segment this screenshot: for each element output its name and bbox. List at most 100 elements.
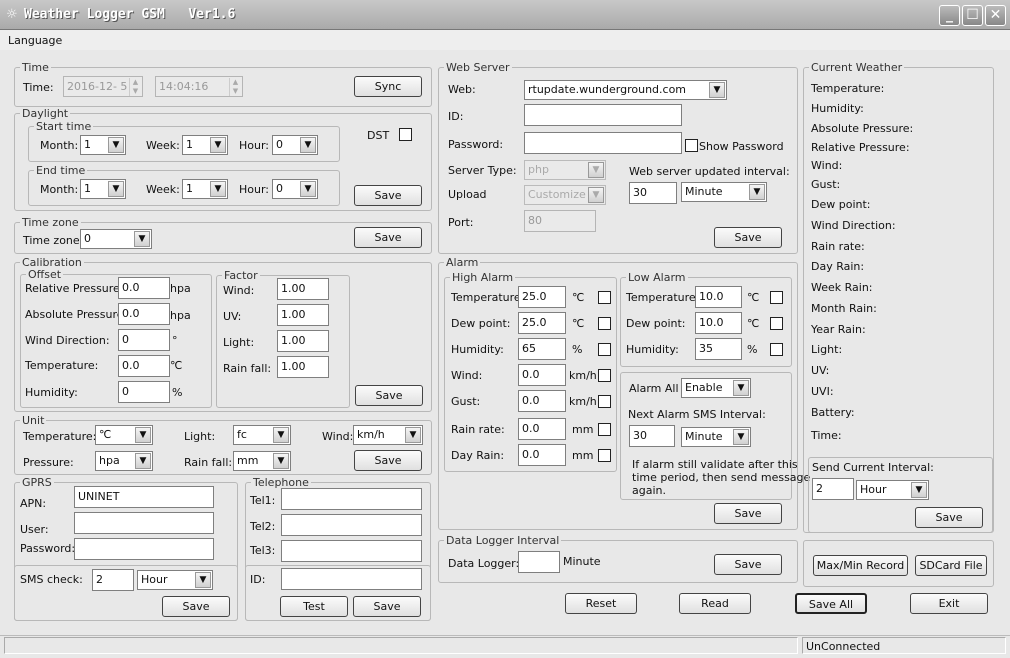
gprs-password-input[interactable] <box>74 538 214 560</box>
alarm-save-button[interactable]: Save <box>714 503 782 524</box>
start-week-select[interactable]: 1 ▼ <box>182 135 228 155</box>
web-interval-unit-select[interactable]: Minute ▼ <box>681 182 767 202</box>
sync-button[interactable]: Sync <box>354 76 422 97</box>
timezone-group-label: Time zone <box>20 216 81 229</box>
unit-rainfall-select[interactable]: mm ▼ <box>233 451 291 471</box>
test-button[interactable]: Test <box>280 596 348 617</box>
datalogger-input[interactable] <box>518 551 560 573</box>
maximize-button[interactable]: ☐ <box>962 5 983 26</box>
save-all-button[interactable]: Save All <box>795 593 867 614</box>
high-alarm-checkbox[interactable] <box>598 343 611 356</box>
sdcard-file-button[interactable]: SDCard File <box>915 555 987 576</box>
low-alarm-checkbox[interactable] <box>770 291 783 304</box>
factor-wind-input[interactable]: 1.00 <box>277 278 329 300</box>
factor-rainfall-input[interactable]: 1.00 <box>277 356 329 378</box>
high-alarm-checkbox[interactable] <box>598 423 611 436</box>
factor-uv-input[interactable]: 1.00 <box>277 304 329 326</box>
high-alarm-checkbox[interactable] <box>598 449 611 462</box>
high-alarm-checkbox[interactable] <box>598 395 611 408</box>
apn-input[interactable]: UNINET <box>74 486 214 508</box>
chevron-down-icon: ▼ <box>135 427 151 443</box>
end-hour-select[interactable]: 0 ▼ <box>272 179 318 199</box>
low-alarm-input[interactable]: 10.0 <box>695 312 742 334</box>
timezone-save-button[interactable]: Save <box>354 227 422 248</box>
tel-id-input[interactable] <box>281 568 422 590</box>
time-picker[interactable]: 14:04:16 ▲ ▼ <box>155 76 243 97</box>
menu-language[interactable]: Language <box>8 34 62 47</box>
alarm-all-select[interactable]: Enable ▼ <box>681 378 751 398</box>
telephone-save-button[interactable]: Save <box>353 596 421 617</box>
high-alarm-input[interactable]: 0.0 <box>518 444 566 466</box>
webserver-save-button[interactable]: Save <box>714 227 782 248</box>
start-month-select[interactable]: 1 ▼ <box>80 135 126 155</box>
next-sms-unit-select[interactable]: Minute ▼ <box>681 427 751 447</box>
sms-check-unit-select[interactable]: Hour ▼ <box>137 570 213 590</box>
daylight-save-button[interactable]: Save <box>354 185 422 206</box>
webserver-id-label: ID: <box>448 110 464 123</box>
low-alarm-checkbox[interactable] <box>770 317 783 330</box>
high-alarm-input[interactable]: 0.0 <box>518 364 566 386</box>
current-weather-item: Week Rain: <box>811 281 873 294</box>
current-save-button[interactable]: Save <box>915 507 983 528</box>
cal-humidity-input[interactable]: 0 <box>118 381 170 403</box>
unit-save-button[interactable]: Save <box>354 450 422 471</box>
end-month-select[interactable]: 1 ▼ <box>80 179 126 199</box>
webserver-id-input[interactable] <box>524 104 682 126</box>
end-week-select[interactable]: 1 ▼ <box>182 179 228 199</box>
exit-button[interactable]: Exit <box>910 593 988 614</box>
high-alarm-input[interactable]: 0.0 <box>518 390 566 412</box>
unit-pressure-select[interactable]: hpa ▼ <box>95 451 153 471</box>
high-alarm-checkbox[interactable] <box>598 317 611 330</box>
close-button[interactable]: ✕ <box>985 5 1006 26</box>
server-type-select[interactable]: php ▼ <box>524 160 606 180</box>
user-input[interactable] <box>74 512 214 534</box>
start-hour-select[interactable]: 0 ▼ <box>272 135 318 155</box>
tel1-input[interactable] <box>281 488 422 510</box>
send-interval-unit-select[interactable]: Hour ▼ <box>856 480 929 500</box>
rel-pressure-input[interactable]: 0.0 <box>118 277 170 299</box>
low-alarm-input[interactable]: 35 <box>695 338 742 360</box>
current-weather-item: Dew point: <box>811 198 871 211</box>
unit-wind-select[interactable]: km/h ▼ <box>353 425 423 445</box>
high-alarm-input[interactable]: 0.0 <box>518 418 566 440</box>
reset-button[interactable]: Reset <box>565 593 637 614</box>
wind-direction-input[interactable]: 0 <box>118 329 170 351</box>
tel3-input[interactable] <box>281 540 422 562</box>
calibration-save-button[interactable]: Save <box>355 385 423 406</box>
max-min-record-button[interactable]: Max/Min Record <box>813 555 908 576</box>
send-interval-input[interactable]: 2 <box>812 478 854 500</box>
gprs-save-button[interactable]: Save <box>162 596 230 617</box>
high-alarm-input[interactable]: 25.0 <box>518 286 566 308</box>
datalogger-save-button[interactable]: Save <box>714 554 782 575</box>
next-sms-input[interactable]: 30 <box>629 425 675 447</box>
sms-check-input[interactable]: 2 <box>92 569 134 591</box>
web-url-select[interactable]: rtupdate.wunderground.com ▼ <box>524 80 727 100</box>
unit-light-select[interactable]: fc ▼ <box>233 425 291 445</box>
low-alarm-input[interactable]: 10.0 <box>695 286 742 308</box>
high-alarm-input[interactable]: 65 <box>518 338 566 360</box>
abs-pressure-input[interactable]: 0.0 <box>118 303 170 325</box>
port-input[interactable]: 80 <box>524 210 596 232</box>
webserver-password-input[interactable] <box>524 132 682 154</box>
high-alarm-input[interactable]: 25.0 <box>518 312 566 334</box>
date-picker[interactable]: 2016-12- 5 ▲ ▼ <box>63 76 143 97</box>
timezone-select[interactable]: 0 ▼ <box>80 229 152 249</box>
show-password-checkbox[interactable] <box>685 139 698 152</box>
web-interval-input[interactable]: 30 <box>629 182 677 204</box>
cal-temperature-input[interactable]: 0.0 <box>118 355 170 377</box>
minimize-button[interactable]: _ <box>939 5 960 26</box>
tel2-input[interactable] <box>281 514 422 536</box>
read-button[interactable]: Read <box>679 593 751 614</box>
unit-group-label: Unit <box>20 414 47 427</box>
current-weather-item: Wind Direction: <box>811 219 896 232</box>
upload-select[interactable]: Customize ▼ <box>524 185 606 205</box>
high-alarm-checkbox[interactable] <box>598 369 611 382</box>
chevron-down-icon: ▼ <box>300 137 316 153</box>
dst-checkbox[interactable] <box>399 128 412 141</box>
unit-temperature-select[interactable]: ℃ ▼ <box>95 425 153 445</box>
high-alarm-checkbox[interactable] <box>598 291 611 304</box>
factor-light-input[interactable]: 1.00 <box>277 330 329 352</box>
low-alarm-checkbox[interactable] <box>770 343 783 356</box>
webserver-password-label: Password: <box>448 138 504 151</box>
high-alarm-row-label: Gust: <box>451 395 481 408</box>
